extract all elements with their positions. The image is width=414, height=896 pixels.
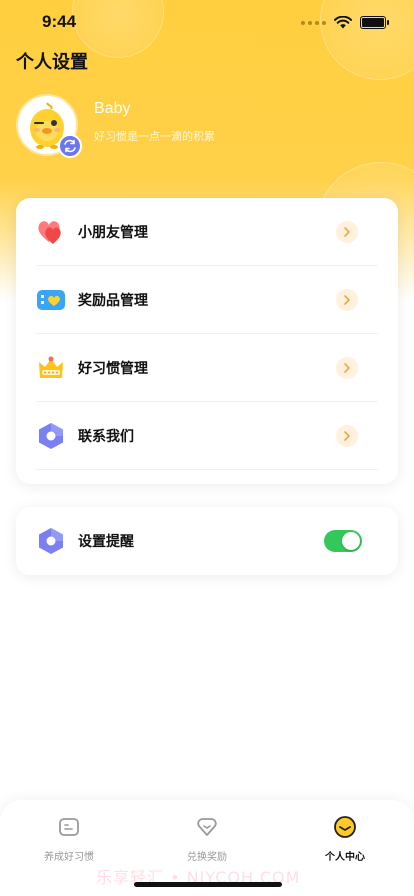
crown-icon: [36, 353, 66, 383]
settings-menu-card: 小朋友管理 奖励品管理 好习惯管理 联系我们: [16, 198, 398, 484]
menu-item-habits[interactable]: 好习惯管理: [36, 334, 378, 402]
hexagon-icon: [36, 526, 66, 556]
menu-label-rewards: 奖励品管理: [78, 293, 148, 309]
tab-label-habits: 养成好习惯: [44, 852, 94, 863]
switch-child-button[interactable]: [58, 134, 82, 158]
swap-icon: [64, 139, 76, 153]
signal-dots-icon: [301, 20, 326, 25]
profile-center-icon: [332, 814, 358, 840]
tab-profile-center[interactable]: 个人中心: [285, 814, 405, 863]
menu-item-contact[interactable]: 联系我们: [36, 402, 378, 470]
toggle-knob: [342, 532, 360, 550]
tab-habits[interactable]: 养成好习惯: [9, 814, 129, 863]
hexagon-icon: [36, 421, 66, 451]
hearts-icon: [36, 217, 66, 247]
menu-label-contact: 联系我们: [78, 429, 134, 445]
chevron-right-icon[interactable]: [336, 425, 358, 447]
menu-label-children: 小朋友管理: [78, 225, 148, 241]
status-bar: 9:44: [0, 0, 414, 46]
chevron-right-icon[interactable]: [336, 357, 358, 379]
exchange-icon: [194, 814, 220, 840]
tab-label-profile-center: 个人中心: [325, 852, 365, 863]
reward-box-icon: [36, 285, 66, 315]
battery-icon: [360, 16, 389, 29]
menu-label-reminder: 设置提醒: [78, 534, 134, 550]
tab-exchange[interactable]: 兑换奖励: [147, 814, 267, 863]
menu-item-children[interactable]: 小朋友管理: [36, 198, 378, 266]
status-time: 9:44: [42, 12, 77, 31]
menu-item-rewards[interactable]: 奖励品管理: [36, 266, 378, 334]
user-name: Baby: [94, 100, 131, 117]
reminder-card: 设置提醒: [16, 507, 398, 575]
wifi-icon: [334, 16, 352, 29]
reminder-toggle[interactable]: [324, 530, 362, 552]
tab-label-exchange: 兑换奖励: [187, 852, 227, 863]
chevron-right-icon[interactable]: [336, 221, 358, 243]
habit-icon: [56, 814, 82, 840]
menu-label-habits: 好习惯管理: [78, 361, 148, 377]
home-indicator: [134, 882, 282, 887]
user-motto: 好习惯是一点一滴的积累: [94, 130, 215, 143]
chevron-right-icon[interactable]: [336, 289, 358, 311]
page-title: 个人设置: [16, 52, 88, 73]
status-icons: [301, 16, 389, 29]
